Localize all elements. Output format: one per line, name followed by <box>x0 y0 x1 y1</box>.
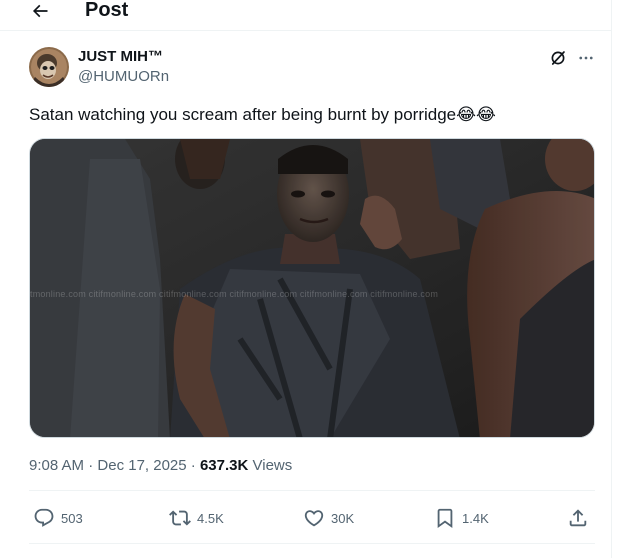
post-time[interactable]: 9:08 AM <box>29 457 84 474</box>
bookmark-icon <box>437 508 453 529</box>
views-count: 637.3K <box>199 457 249 474</box>
back-button[interactable] <box>28 0 52 22</box>
author-name[interactable]: JUST MIH™ <box>78 48 163 66</box>
meta-divider <box>29 490 595 491</box>
share-button[interactable] <box>567 505 589 531</box>
like-count: 30K <box>331 510 355 526</box>
action-bar: 503 4.5K 30K 1.4K <box>29 505 595 531</box>
bookmark-button[interactable]: 1.4K <box>434 505 489 531</box>
share-icon <box>569 509 587 527</box>
tweet-text: Satan watching you scream after being bu… <box>29 104 496 126</box>
tweet-photo[interactable]: tmonline.com citifmonline.com citifmonli… <box>29 138 595 438</box>
repost-count: 4.5K <box>197 510 224 526</box>
header-divider <box>0 30 612 31</box>
actions-divider <box>29 543 595 544</box>
like-button[interactable]: 30K <box>303 505 354 531</box>
avatar-image <box>29 47 69 87</box>
reply-icon <box>34 508 54 527</box>
meta-separator: · <box>88 457 94 474</box>
author-handle[interactable]: @HUMUORn <box>78 68 169 86</box>
tweet-body: Satan watching you scream after being bu… <box>29 105 457 124</box>
heart-icon <box>304 510 324 527</box>
reply-button[interactable]: 503 <box>33 505 83 531</box>
more-horizontal-icon <box>579 56 593 60</box>
meta-separator: · <box>190 457 196 474</box>
reply-count: 503 <box>61 510 83 526</box>
page-header: Post <box>0 0 612 24</box>
avatar[interactable] <box>29 47 69 87</box>
repost-icon <box>169 510 191 526</box>
arrow-left-icon <box>32 4 48 18</box>
photo-watermark: tmonline.com citifmonline.com citifmonli… <box>30 289 439 299</box>
laughing-emoji: 😂 <box>476 105 496 124</box>
laughing-emoji: 😂 <box>456 105 477 124</box>
post-date[interactable]: Dec 17, 2025 <box>97 457 186 474</box>
more-options-button[interactable] <box>576 48 596 68</box>
grok-icon <box>551 51 565 65</box>
post-page: Post JUST MIH™ @HUMUORn Satan watching y… <box>0 0 612 558</box>
grok-button[interactable] <box>549 49 569 69</box>
bookmark-count: 1.4K <box>462 510 489 526</box>
views-label: Views <box>252 457 293 474</box>
repost-button[interactable]: 4.5K <box>169 505 224 531</box>
page-title: Post <box>85 0 129 21</box>
tweet-metadata: 9:08 AM · Dec 17, 2025 · 637.3K Views <box>29 457 292 475</box>
